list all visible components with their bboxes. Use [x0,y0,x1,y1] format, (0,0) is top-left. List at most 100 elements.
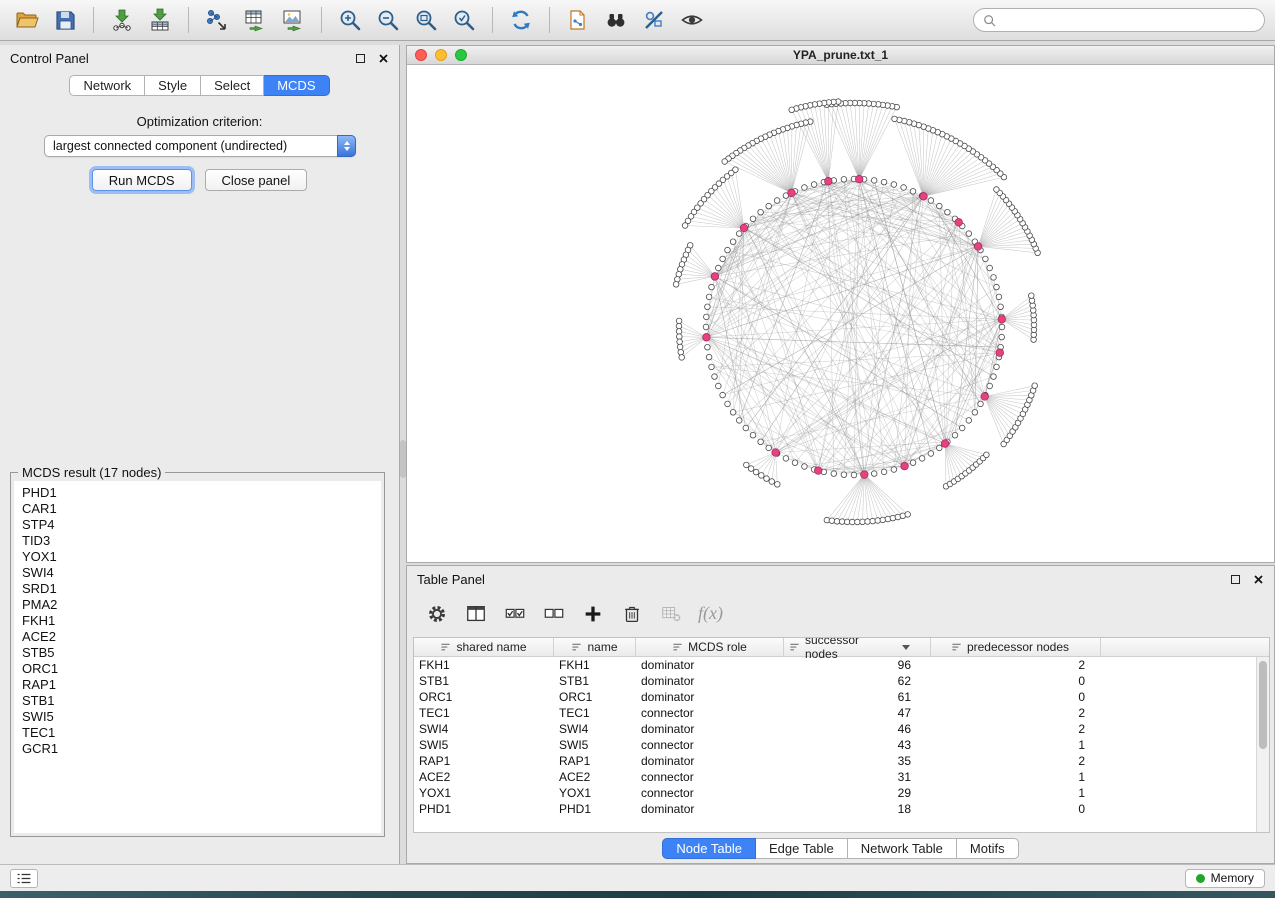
tab-node-table[interactable]: Node Table [662,838,756,859]
table-row[interactable]: FKH1FKH1dominator962 [414,657,1269,673]
show-hide-button[interactable] [675,5,709,35]
zoom-selected-button[interactable] [447,5,481,35]
table-scrollbar[interactable] [1256,657,1269,832]
mcds-result-item[interactable]: PMA2 [22,597,381,613]
cell-name: PHD1 [554,801,636,817]
cell-mcds-role: connector [636,769,784,785]
tab-network[interactable]: Network [69,75,145,96]
tab-select[interactable]: Select [201,75,264,96]
list-icon [16,872,32,885]
column-header-successor-nodes[interactable]: successor nodes [784,638,931,656]
toggle-graphics-details-button[interactable] [637,5,671,35]
gear-icon [426,603,448,625]
mcds-result-item[interactable]: STB5 [22,645,381,661]
table-row[interactable]: STB1STB1dominator620 [414,673,1269,689]
apply-layout-button[interactable] [504,5,538,35]
unselect-all-columns-button[interactable] [542,602,566,626]
close-table-panel-icon[interactable] [1253,574,1264,585]
cell-mcds-role: dominator [636,721,784,737]
memory-button[interactable]: Memory [1185,869,1265,888]
select-all-columns-button[interactable] [503,602,527,626]
export-table-button[interactable] [238,5,272,35]
panel-splitter-handle[interactable] [400,440,406,478]
mcds-result-item[interactable]: TEC1 [22,725,381,741]
mcds-result-item[interactable]: ORC1 [22,661,381,677]
show-columns-button[interactable] [464,602,488,626]
close-window-icon[interactable] [415,49,427,61]
cell-predecessor-nodes: 0 [931,673,1101,689]
mcds-result-item[interactable]: SRD1 [22,581,381,597]
export-image-icon [281,8,305,32]
cell-predecessor-nodes: 0 [931,801,1101,817]
mcds-result-item[interactable]: PHD1 [22,485,381,501]
table-row[interactable]: TEC1TEC1connector472 [414,705,1269,721]
export-image-button[interactable] [276,5,310,35]
mcds-result-item[interactable]: STP4 [22,517,381,533]
window-controls [415,49,467,61]
mcds-result-item[interactable]: TID3 [22,533,381,549]
float-panel-icon[interactable] [356,54,365,63]
delete-table-button-disabled[interactable] [659,602,683,626]
mcds-result-item[interactable]: FKH1 [22,613,381,629]
table-settings-button[interactable] [425,602,449,626]
create-column-button[interactable] [581,602,605,626]
mcds-result-item[interactable]: SWI4 [22,565,381,581]
delete-column-button[interactable] [620,602,644,626]
refresh-icon [509,8,533,32]
function-builder-button[interactable]: f(x) [698,603,723,624]
mcds-result-item[interactable]: STB1 [22,693,381,709]
table-row[interactable]: SWI4SWI4dominator462 [414,721,1269,737]
export-table-icon [243,8,267,32]
node-table: shared name name MCDS role [413,637,1270,833]
zoom-in-button[interactable] [333,5,367,35]
run-mcds-button[interactable]: Run MCDS [92,169,192,191]
mcds-result-item[interactable]: RAP1 [22,677,381,693]
import-network-button[interactable] [105,5,139,35]
cell-successor-nodes: 31 [784,769,931,785]
mcds-result-item[interactable]: GCR1 [22,741,381,757]
cell-filler [1101,721,1269,737]
mcds-result-item[interactable]: CAR1 [22,501,381,517]
zoom-fit-button[interactable] [409,5,443,35]
tab-network-table[interactable]: Network Table [848,838,957,859]
tab-motifs[interactable]: Motifs [957,838,1019,859]
zoom-out-button[interactable] [371,5,405,35]
tab-mcds[interactable]: MCDS [264,75,329,96]
graphics-details-slash-icon [642,8,666,32]
save-session-button[interactable] [48,5,82,35]
table-row[interactable]: ORC1ORC1dominator610 [414,689,1269,705]
table-row[interactable]: YOX1YOX1connector291 [414,785,1269,801]
export-network-button[interactable] [200,5,234,35]
maximize-window-icon[interactable] [455,49,467,61]
network-graph-canvas[interactable] [407,65,1274,562]
search-icon [983,14,996,27]
open-file-button[interactable] [10,5,44,35]
mcds-result-item[interactable]: YOX1 [22,549,381,565]
tab-style[interactable]: Style [145,75,201,96]
task-history-button[interactable] [10,869,38,888]
table-row[interactable]: ACE2ACE2connector311 [414,769,1269,785]
column-header-name[interactable]: name [554,638,636,656]
close-panel-icon[interactable] [378,53,389,64]
cell-predecessor-nodes: 1 [931,737,1101,753]
table-row[interactable]: SWI5SWI5connector431 [414,737,1269,753]
column-header-mcds-role[interactable]: MCDS role [636,638,784,656]
mcds-result-item[interactable]: ACE2 [22,629,381,645]
find-button[interactable] [599,5,633,35]
scrollbar-thumb[interactable] [1259,661,1267,749]
float-table-panel-icon[interactable] [1231,575,1240,584]
import-table-button[interactable] [143,5,177,35]
column-header-shared-name[interactable]: shared name [414,638,554,656]
column-header-predecessor-nodes[interactable]: predecessor nodes [931,638,1101,656]
table-row[interactable]: PHD1PHD1dominator180 [414,801,1269,817]
search-box[interactable] [973,8,1265,32]
close-panel-button[interactable]: Close panel [205,169,308,191]
export-network-icon [205,8,229,32]
criterion-select[interactable]: largest connected component (undirected) [44,135,356,157]
mcds-result-item[interactable]: SWI5 [22,709,381,725]
minimize-window-icon[interactable] [435,49,447,61]
search-input[interactable] [1002,13,1255,27]
table-row[interactable]: RAP1RAP1dominator352 [414,753,1269,769]
tab-edge-table[interactable]: Edge Table [756,838,848,859]
clone-network-button[interactable] [561,5,595,35]
